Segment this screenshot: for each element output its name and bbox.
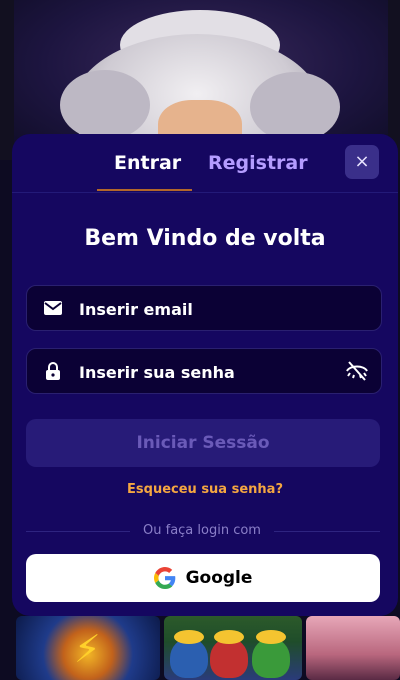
google-login-button[interactable]: Google: [26, 554, 380, 602]
lightning-icon: ⚡: [74, 627, 101, 671]
google-icon: [153, 567, 175, 589]
google-button-label: Google: [185, 568, 253, 588]
game-tile-pots[interactable]: [164, 616, 302, 680]
game-tile-lightning[interactable]: ⚡: [16, 616, 160, 680]
forgot-password-link[interactable]: Esqueceu sua senha?: [12, 482, 398, 497]
email-field[interactable]: [26, 285, 382, 331]
mail-icon: [44, 301, 62, 315]
login-modal: Entrar Registrar × Bem Vindo de volta In…: [12, 134, 398, 616]
divider-line-right: [274, 531, 380, 532]
close-button[interactable]: ×: [345, 145, 379, 179]
gold-coins: [214, 630, 244, 644]
password-field[interactable]: [26, 348, 382, 394]
pot-blue: [170, 638, 208, 678]
pot-red: [210, 638, 248, 678]
tab-login[interactable]: Entrar: [114, 146, 181, 180]
eye-off-icon[interactable]: [345, 360, 369, 382]
auth-tabs: Entrar Registrar ×: [12, 134, 398, 193]
close-icon: ×: [354, 151, 370, 172]
gold-coins: [256, 630, 286, 644]
hero-hair-right: [250, 72, 340, 142]
password-input[interactable]: [77, 355, 331, 389]
google-button-content: Google: [26, 554, 380, 602]
divider-line-left: [26, 531, 130, 532]
gold-coins: [174, 630, 204, 644]
pot-green: [252, 638, 290, 678]
game-tile-pink[interactable]: [306, 616, 400, 680]
login-submit-button[interactable]: Iniciar Sessão: [26, 419, 380, 467]
email-input[interactable]: [77, 292, 331, 326]
welcome-heading: Bem Vindo de volta: [84, 226, 326, 251]
hero-hair-left: [60, 70, 150, 140]
tab-register[interactable]: Registrar: [208, 146, 308, 180]
social-login-divider: Ou faça login com: [143, 523, 261, 538]
game-tiles-row: ⚡: [0, 612, 400, 680]
lock-icon: [46, 362, 60, 380]
active-tab-indicator: [97, 189, 192, 191]
